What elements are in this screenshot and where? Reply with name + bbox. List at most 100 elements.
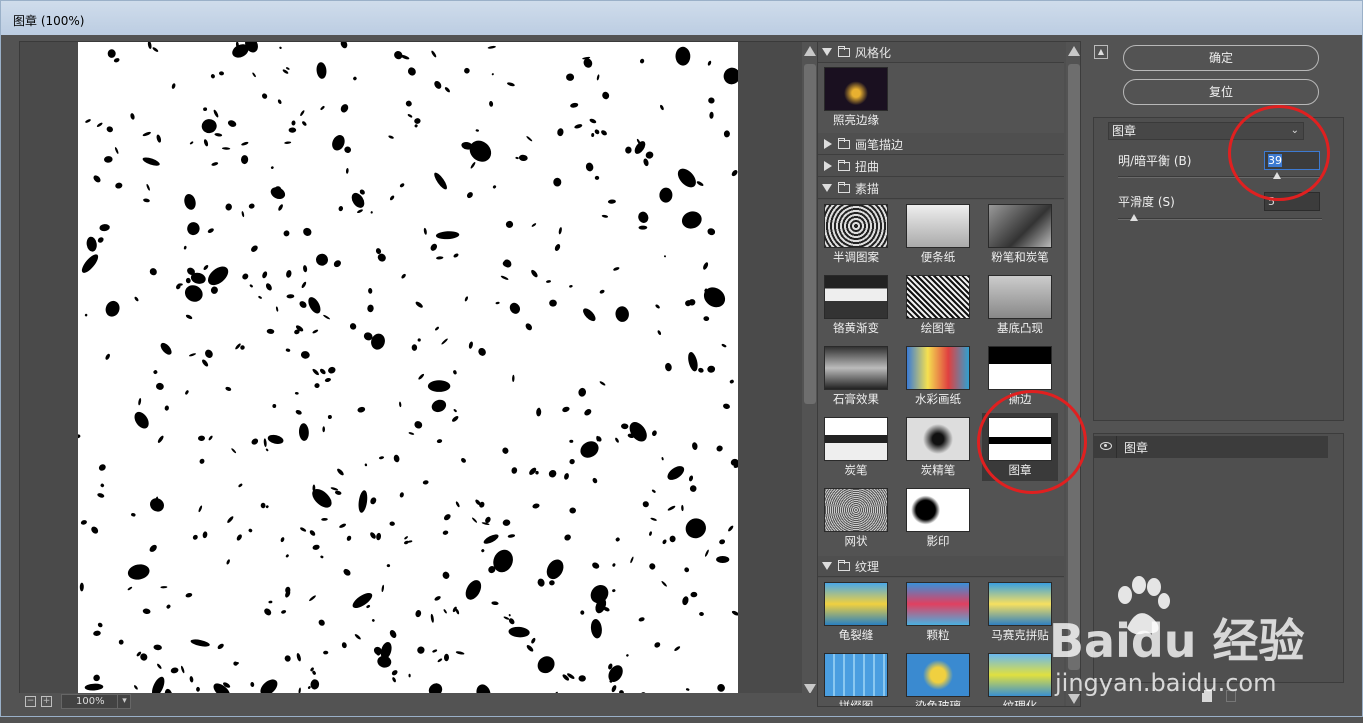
thumb-image — [906, 417, 970, 461]
filter-thumb[interactable]: 拼缀图 — [818, 649, 894, 706]
thumb-image — [824, 488, 888, 532]
folder-icon — [838, 137, 850, 149]
annotation-circle — [1228, 105, 1330, 201]
zoom-out-button[interactable]: − — [25, 696, 36, 707]
category-brush-strokes[interactable]: 画笔描边 — [818, 134, 1064, 155]
filter-thumb[interactable]: 绘图笔 — [900, 271, 976, 339]
eye-icon[interactable] — [1100, 442, 1112, 450]
thumb-label: 绘图笔 — [920, 321, 956, 335]
category-stylize[interactable]: 风格化 — [818, 42, 1064, 63]
filter-thumb[interactable]: 龟裂缝 — [818, 578, 894, 646]
category-distort[interactable]: 扭曲 — [818, 156, 1064, 177]
filter-thumb[interactable]: 炭笔 — [818, 413, 894, 481]
expand-triangle-icon — [822, 48, 832, 56]
filter-thumb[interactable]: 粉笔和炭笔 — [982, 200, 1058, 268]
reset-button[interactable]: 复位 — [1123, 79, 1319, 105]
smoothness-label: 平滑度 (S) — [1118, 195, 1175, 209]
thumb-label: 照亮边缘 — [833, 113, 879, 127]
thumb-image — [988, 653, 1052, 697]
filter-thumb[interactable]: 水彩画纸 — [900, 342, 976, 410]
thumb-image — [824, 204, 888, 248]
zoom-bar: − + 100% ▾ — [19, 693, 817, 713]
effect-layer-name: 图章 — [1124, 441, 1149, 455]
filter-thumb[interactable]: 石膏效果 — [818, 342, 894, 410]
category-label: 画笔描边 — [855, 137, 904, 152]
thumb-label: 粉笔和炭笔 — [991, 250, 1049, 264]
scroll-thumb[interactable] — [804, 64, 816, 404]
thumb-label: 铬黄渐变 — [833, 321, 879, 335]
filter-select-value: 图章 — [1112, 124, 1137, 138]
filter-thumb[interactable]: 基底凸现 — [982, 271, 1058, 339]
scroll-up-arrow-icon[interactable] — [1068, 46, 1080, 56]
thumb-label: 影印 — [926, 534, 950, 548]
filter-thumb[interactable]: 炭精笔 — [900, 413, 976, 481]
thumb-label: 纹理化 — [1002, 699, 1038, 707]
filter-thumb[interactable]: 半调图案 — [818, 200, 894, 268]
thumb-image — [906, 275, 970, 319]
thumb-label: 染色玻璃 — [915, 699, 961, 707]
folder-icon — [838, 181, 850, 193]
thumb-image — [988, 582, 1052, 626]
thumb-label: 水彩画纸 — [915, 392, 961, 406]
filter-gallery: 风格化 照亮边缘 画笔描边 扭曲 素描 半调图案 便条纸 粉笔和炭笔 铬黄渐变 … — [817, 41, 1081, 707]
category-label: 扭曲 — [855, 159, 880, 174]
light-dark-balance-label: 明/暗平衡 (B) — [1118, 154, 1192, 168]
slider-knob[interactable] — [1130, 214, 1139, 221]
filter-thumb[interactable]: 铬黄渐变 — [818, 271, 894, 339]
thumb-image — [906, 582, 970, 626]
watermark-url: jingyan.baidu.com — [1055, 669, 1277, 697]
effect-layer-row[interactable]: 图章 — [1094, 436, 1328, 458]
zoom-in-button[interactable]: + — [41, 696, 52, 707]
preview-canvas[interactable] — [78, 42, 738, 698]
thumb-label: 网状 — [844, 534, 868, 548]
texture-thumbs: 龟裂缝 颗粒 马赛克拼贴 拼缀图 染色玻璃 纹理化 — [818, 578, 1064, 707]
filter-thumb[interactable]: 纹理化 — [982, 649, 1058, 707]
expand-triangle-icon — [822, 184, 832, 192]
stylize-thumbs: 照亮边缘 — [818, 63, 1064, 133]
filter-thumb[interactable]: 便条纸 — [900, 200, 976, 268]
thumb-image — [906, 488, 970, 532]
filter-thumb[interactable]: 影印 — [900, 484, 976, 552]
smoothness-slider[interactable] — [1118, 214, 1322, 221]
baidu-watermark: Baidu 经验 jingyan.baidu.com — [1049, 576, 1349, 723]
thumb-label: 石膏效果 — [833, 392, 879, 406]
filter-gallery-window: 图章 (100%) − + 100% ▾ 风格化 照亮边缘 画笔描边 扭曲 素描… — [0, 0, 1363, 717]
filter-thumb-glowing-edges[interactable]: 照亮边缘 — [818, 63, 894, 131]
workarea: − + 100% ▾ 风格化 照亮边缘 画笔描边 扭曲 素描 半调图案 便条纸 … — [9, 35, 1356, 713]
filter-thumb[interactable]: 网状 — [818, 484, 894, 552]
thumb-image — [824, 582, 888, 626]
scroll-thumb[interactable] — [1068, 64, 1080, 670]
thumb-label: 基底凸现 — [997, 321, 1043, 335]
thumb-image — [824, 67, 888, 111]
sketch-thumbs: 半调图案 便条纸 粉笔和炭笔 铬黄渐变 绘图笔 基底凸现 石膏效果 水彩画纸 撕… — [818, 200, 1064, 556]
category-sketch[interactable]: 素描 — [818, 178, 1064, 199]
category-label: 素描 — [855, 181, 880, 196]
thumb-image — [906, 346, 970, 390]
category-texture[interactable]: 纹理 — [818, 556, 1064, 577]
thumb-label: 炭笔 — [844, 463, 868, 477]
zoom-level-value: 100% — [76, 696, 105, 707]
thumb-label: 便条纸 — [920, 250, 956, 264]
thumb-image — [906, 204, 970, 248]
filter-thumb[interactable]: 马赛克拼贴 — [982, 578, 1058, 646]
thumb-image — [988, 275, 1052, 319]
stamp-preview-image — [78, 42, 738, 698]
divider — [1116, 436, 1117, 458]
thumb-label: 颗粒 — [926, 628, 950, 642]
thumb-image — [906, 653, 970, 697]
preview-scrollbar[interactable] — [802, 42, 818, 698]
category-label: 风格化 — [855, 45, 892, 60]
folder-icon — [838, 45, 850, 57]
ok-button[interactable]: 确定 — [1123, 45, 1319, 71]
window-title: 图章 (100%) — [1, 1, 1362, 35]
folder-icon — [838, 559, 850, 571]
scroll-up-arrow-icon[interactable] — [804, 46, 816, 56]
chevron-down-icon[interactable]: ▾ — [117, 695, 131, 708]
filter-thumb[interactable]: 染色玻璃 — [900, 649, 976, 707]
collapse-gallery-icon[interactable]: ▲ — [1094, 45, 1108, 59]
thumb-image — [824, 653, 888, 697]
thumb-label: 马赛克拼贴 — [991, 628, 1049, 642]
expand-triangle-icon — [822, 562, 832, 570]
filter-thumb[interactable]: 颗粒 — [900, 578, 976, 646]
thumb-label: 炭精笔 — [920, 463, 956, 477]
